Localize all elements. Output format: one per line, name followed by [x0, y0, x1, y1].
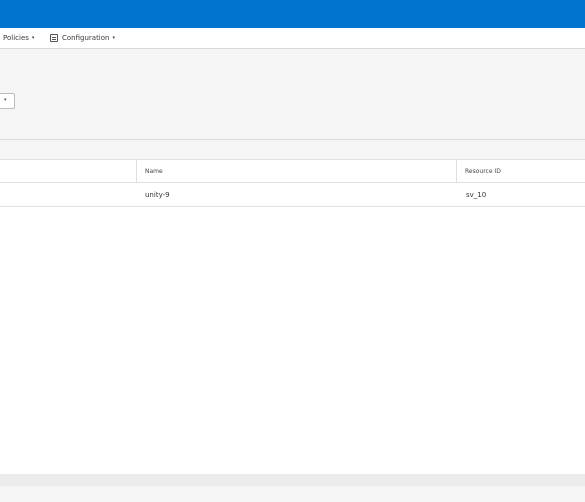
filter-dropdown[interactable]: ▾	[0, 93, 15, 109]
app-header-bar	[0, 0, 585, 28]
table-footer	[0, 474, 585, 486]
section-divider	[0, 139, 585, 140]
cell-resource-id: sv_10	[466, 191, 487, 199]
table-row[interactable]: unity-9 sv_10	[0, 184, 585, 207]
nav-policies-menu[interactable]: Policies ▾	[3, 28, 34, 48]
chevron-down-icon: ▾	[31, 35, 35, 41]
chevron-down-icon: ▾	[4, 97, 7, 103]
main-nav: Policies ▾ Configuration ▾	[0, 28, 585, 49]
chevron-down-icon: ▾	[112, 35, 115, 41]
config-icon	[50, 34, 58, 42]
column-header-resource-id[interactable]: Resource ID	[465, 168, 501, 175]
cell-name: unity-9	[145, 191, 170, 199]
column-header-name[interactable]: Name	[145, 168, 163, 175]
column-separator[interactable]	[456, 160, 457, 183]
nav-policies-label: Policies	[3, 34, 29, 42]
nav-configuration-label: Configuration	[62, 34, 110, 42]
column-separator[interactable]	[136, 160, 137, 183]
nav-configuration-menu[interactable]: Configuration ▾	[50, 28, 115, 48]
table-header: Name Resource ID	[0, 160, 585, 183]
resource-table: Name Resource ID unity-9 sv_10	[0, 159, 585, 474]
